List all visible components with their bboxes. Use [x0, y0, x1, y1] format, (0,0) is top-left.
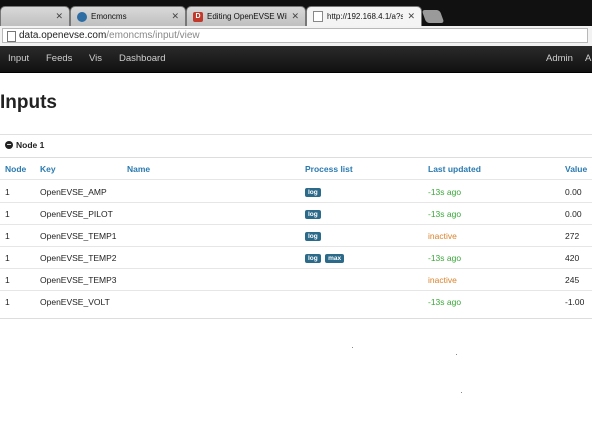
key-cell: OpenEVSE_TEMP2 [40, 253, 117, 263]
key-cell: OpenEVSE_PILOT [40, 209, 113, 219]
page-icon [313, 11, 323, 22]
url-path: /emoncms/input/view [106, 30, 200, 41]
browser-tab-editing[interactable]: D Editing OpenEVSE WiFi (8 ✕ [186, 6, 306, 26]
node-cell: 1 [5, 275, 10, 285]
page-title: Inputs [0, 92, 57, 113]
tab-label: Emoncms [91, 12, 127, 21]
last-updated-cell: -13s ago [428, 253, 462, 263]
nav-dashboard[interactable]: Dashboard [119, 46, 165, 72]
process-badge[interactable]: log [305, 210, 321, 220]
close-icon[interactable]: ✕ [55, 11, 63, 22]
node-toggle[interactable]: − Node 1 [5, 140, 44, 150]
node-cell: 1 [5, 231, 10, 241]
process-badge[interactable]: log [305, 232, 321, 242]
process-list-cell: log [305, 203, 323, 225]
nav-feeds[interactable]: Feeds [46, 46, 72, 72]
last-updated-cell: inactive [428, 275, 457, 285]
close-icon[interactable]: ✕ [407, 11, 415, 22]
artifact-dot [456, 354, 457, 355]
node-cell: 1 [5, 209, 10, 219]
value-cell: 245 [565, 275, 580, 285]
last-updated-cell: -13s ago [428, 297, 462, 307]
process-list-cell: log max [305, 247, 346, 269]
table-header: Node Key Name Process list Last updated … [0, 158, 592, 180]
table-row[interactable]: 1 OpenEVSE_VOLT -13s ago -1.00 [0, 291, 592, 313]
tab-label: http://192.168.4.1/a?ssid= [327, 12, 404, 21]
emoncms-icon [77, 11, 87, 22]
close-icon[interactable]: ✕ [171, 11, 179, 22]
artifact-dot [352, 347, 353, 348]
nav-account[interactable]: A [585, 46, 591, 72]
d-icon: D [193, 11, 203, 22]
browser-tab-active[interactable]: http://192.168.4.1/a?ssid= ✕ [306, 6, 422, 26]
minus-circle-icon: − [5, 140, 13, 149]
node-cell: 1 [5, 297, 10, 307]
new-tab-button[interactable] [421, 10, 445, 23]
column-header-last-updated[interactable]: Last updated [428, 158, 481, 180]
tab-label: Editing OpenEVSE WiFi (8 [207, 12, 287, 21]
nav-input[interactable]: Input [8, 46, 29, 72]
column-header-name[interactable]: Name [127, 158, 150, 180]
last-updated-cell: -13s ago [428, 187, 462, 197]
value-cell: 0.00 [565, 209, 582, 219]
process-badge[interactable]: max [325, 254, 345, 264]
node-cell: 1 [5, 253, 10, 263]
nav-admin[interactable]: Admin [546, 46, 573, 72]
process-badge[interactable]: log [305, 188, 321, 198]
node-cell: 1 [5, 187, 10, 197]
table-row[interactable]: 1 OpenEVSE_TEMP1 log inactive 272 [0, 225, 592, 247]
key-cell: OpenEVSE_VOLT [40, 297, 110, 307]
inputs-table: Node Key Name Process list Last updated … [0, 157, 592, 319]
value-cell: -1.00 [565, 297, 585, 307]
column-header-process-list[interactable]: Process list [305, 158, 353, 180]
column-header-key[interactable]: Key [40, 158, 56, 180]
column-header-node[interactable]: Node [5, 158, 26, 180]
browser-tab-0[interactable]: ✕ [0, 6, 70, 26]
url-input[interactable]: data.openevse.com/emoncms/input/view [2, 28, 588, 43]
process-badge[interactable]: log [305, 254, 321, 264]
table-row[interactable]: 1 OpenEVSE_TEMP3 inactive 245 [0, 269, 592, 291]
divider [0, 134, 592, 135]
browser-tab-strip: ✕ Emoncms ✕ D Editing OpenEVSE WiFi (8 ✕… [0, 0, 592, 26]
table-row[interactable]: 1 OpenEVSE_PILOT log -13s ago 0.00 [0, 203, 592, 225]
process-list-cell: log [305, 225, 323, 247]
close-icon[interactable]: ✕ [291, 11, 299, 22]
app-navbar: Input Feeds Vis Dashboard Admin A [0, 46, 592, 73]
nav-vis[interactable]: Vis [89, 46, 102, 72]
column-header-value[interactable]: Value [565, 158, 587, 180]
browser-tab-emoncms[interactable]: Emoncms ✕ [70, 6, 186, 26]
key-cell: OpenEVSE_AMP [40, 187, 107, 197]
node-label: Node 1 [16, 140, 45, 150]
page-icon [7, 31, 16, 42]
key-cell: OpenEVSE_TEMP1 [40, 231, 117, 241]
last-updated-cell: inactive [428, 231, 457, 241]
address-bar-area: data.openevse.com/emoncms/input/view [0, 26, 592, 47]
url-host: data.openevse.com [19, 30, 107, 41]
key-cell: OpenEVSE_TEMP3 [40, 275, 117, 285]
process-list-cell: log [305, 181, 323, 203]
table-row[interactable]: 1 OpenEVSE_AMP log -13s ago 0.00 [0, 181, 592, 203]
artifact-dot [461, 392, 462, 393]
table-row[interactable]: 1 OpenEVSE_TEMP2 log max -13s ago 420 [0, 247, 592, 269]
value-cell: 0.00 [565, 187, 582, 197]
value-cell: 420 [565, 253, 580, 263]
value-cell: 272 [565, 231, 580, 241]
last-updated-cell: -13s ago [428, 209, 462, 219]
